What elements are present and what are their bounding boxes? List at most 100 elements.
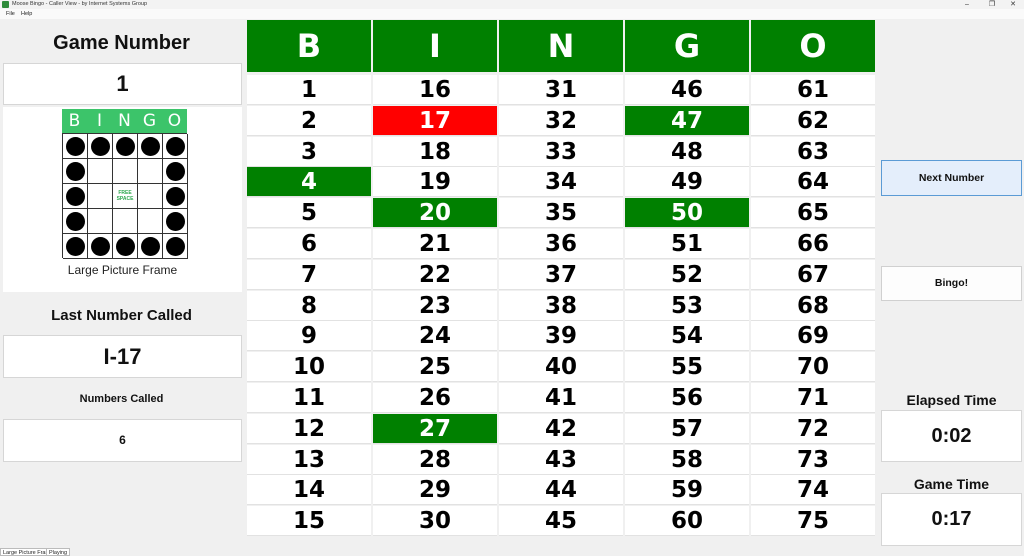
board-number-cell: 69 xyxy=(751,321,875,352)
board-number-cell: 10 xyxy=(247,352,371,383)
board-number-cell: 64 xyxy=(751,167,875,198)
board-number-cell: 50 xyxy=(625,198,749,229)
bingo-button[interactable]: Bingo! xyxy=(881,266,1022,301)
board-number-cell: 17 xyxy=(373,105,497,136)
game-time-value: 0:17 xyxy=(881,493,1022,546)
dauber-dot-icon xyxy=(165,161,185,181)
game-number-value: 1 xyxy=(3,63,242,105)
pattern-cell xyxy=(113,234,138,259)
board-number-cell: 43 xyxy=(499,444,623,475)
pattern-cell xyxy=(88,234,113,259)
dauber-dot-icon xyxy=(165,136,185,156)
board-number-cell: 75 xyxy=(751,506,875,537)
board-column-n: N 31 32 33 34 35 36 37 38 39 40 41 42 43 44 45 xyxy=(499,20,623,545)
next-number-button[interactable]: Next Number xyxy=(881,160,1022,196)
dauber-dot-icon xyxy=(65,136,85,156)
menu-file[interactable]: File xyxy=(6,9,15,19)
pattern-cell xyxy=(113,134,138,159)
dauber-dot-icon xyxy=(115,236,135,256)
board-number-cell: 20 xyxy=(373,198,497,229)
board-number-cell: 35 xyxy=(499,198,623,229)
pattern-cell xyxy=(113,209,138,234)
board-column-header: G xyxy=(625,20,749,72)
pattern-cell xyxy=(138,184,163,209)
pattern-cell xyxy=(113,159,138,184)
board-number-cell: 55 xyxy=(625,352,749,383)
board-number-cell: 9 xyxy=(247,321,371,352)
board-number-cell: 44 xyxy=(499,475,623,506)
game-time-label: Game Time xyxy=(913,476,990,492)
board-number-cell: 6 xyxy=(247,229,371,259)
board-number-cell: 4 xyxy=(247,167,371,198)
board-number-cell: 48 xyxy=(625,136,749,167)
pattern-preview: BINGO FREE SPACE Large Picture Frame xyxy=(3,107,242,292)
pattern-header-letter: I xyxy=(96,111,102,131)
numbers-called-label: Numbers Called xyxy=(79,393,164,405)
last-called-value: I-17 xyxy=(3,335,242,378)
menu-bar: File Help xyxy=(0,9,1024,19)
board-column-g: G 46 47 48 49 50 51 52 53 54 55 56 57 58 59 60 xyxy=(625,20,749,545)
dauber-dot-icon xyxy=(165,186,185,206)
board-number-cell: 7 xyxy=(247,259,371,290)
close-button[interactable]: ✕ xyxy=(1002,0,1024,9)
bingo-board: B 1 2 3 4 5 6 7 8 9 10 11 12 13 14 15 I 16 17 18 19 20 21 22 23 2… xyxy=(247,20,877,545)
pattern-cell xyxy=(138,134,163,159)
pattern-cell xyxy=(63,184,88,209)
restore-button[interactable]: ❐ xyxy=(981,0,1003,9)
board-number-cell: 73 xyxy=(751,444,875,475)
board-number-cell: 39 xyxy=(499,321,623,352)
board-number-cell: 22 xyxy=(373,259,497,290)
board-number-cell: 29 xyxy=(373,475,497,506)
board-number-cell: 28 xyxy=(373,444,497,475)
board-number-cell: 57 xyxy=(625,413,749,444)
pattern-cell xyxy=(63,234,88,259)
title-bar: Moose Bingo - Caller View - by Internet … xyxy=(0,0,1024,9)
pattern-cell xyxy=(63,159,88,184)
free-space-label: FREE SPACE xyxy=(116,190,134,202)
board-number-cell: 1 xyxy=(247,75,371,105)
board-number-cell: 74 xyxy=(751,475,875,506)
app-icon xyxy=(2,1,9,8)
board-number-cell: 8 xyxy=(247,290,371,321)
board-number-cell: 54 xyxy=(625,321,749,352)
board-number-cell: 45 xyxy=(499,506,623,537)
pattern-header: BINGO xyxy=(62,109,187,133)
board-number-cell: 40 xyxy=(499,352,623,383)
minimize-button[interactable]: – xyxy=(956,0,978,9)
pattern-cell xyxy=(163,134,188,159)
pattern-header-letter: G xyxy=(142,111,157,131)
board-number-cell: 42 xyxy=(499,413,623,444)
board-number-cell: 18 xyxy=(373,136,497,167)
board-column-o: O 61 62 63 64 65 66 67 68 69 70 71 72 73 74 75 xyxy=(751,20,875,545)
board-number-cell: 33 xyxy=(499,136,623,167)
board-number-cell: 31 xyxy=(499,75,623,105)
dauber-dot-icon xyxy=(90,136,110,156)
board-number-cell: 34 xyxy=(499,167,623,198)
board-number-cell: 63 xyxy=(751,136,875,167)
pattern-cell xyxy=(88,134,113,159)
board-column-i: I 16 17 18 19 20 21 22 23 24 25 26 27 28 29 30 xyxy=(373,20,497,545)
last-called-label: Last Number Called xyxy=(51,307,192,324)
board-number-cell: 72 xyxy=(751,413,875,444)
dauber-dot-icon xyxy=(65,211,85,231)
pattern-cell: FREE SPACE xyxy=(113,184,138,209)
dauber-dot-icon xyxy=(140,136,160,156)
board-column-header: N xyxy=(499,20,623,72)
board-number-cell: 46 xyxy=(625,75,749,105)
pattern-cell xyxy=(138,234,163,259)
board-number-cell: 13 xyxy=(247,444,371,475)
board-number-cell: 59 xyxy=(625,475,749,506)
board-number-cell: 66 xyxy=(751,229,875,259)
board-number-cell: 56 xyxy=(625,383,749,413)
game-number-label: Game Number xyxy=(53,32,190,54)
board-number-cell: 70 xyxy=(751,352,875,383)
status-state: Playing xyxy=(46,548,71,556)
dauber-dot-icon xyxy=(165,211,185,231)
menu-help[interactable]: Help xyxy=(21,9,32,19)
board-number-cell: 58 xyxy=(625,444,749,475)
pattern-cell xyxy=(138,209,163,234)
board-number-cell: 60 xyxy=(625,506,749,537)
board-column-header: I xyxy=(373,20,497,72)
board-number-cell: 38 xyxy=(499,290,623,321)
pattern-cell xyxy=(88,184,113,209)
